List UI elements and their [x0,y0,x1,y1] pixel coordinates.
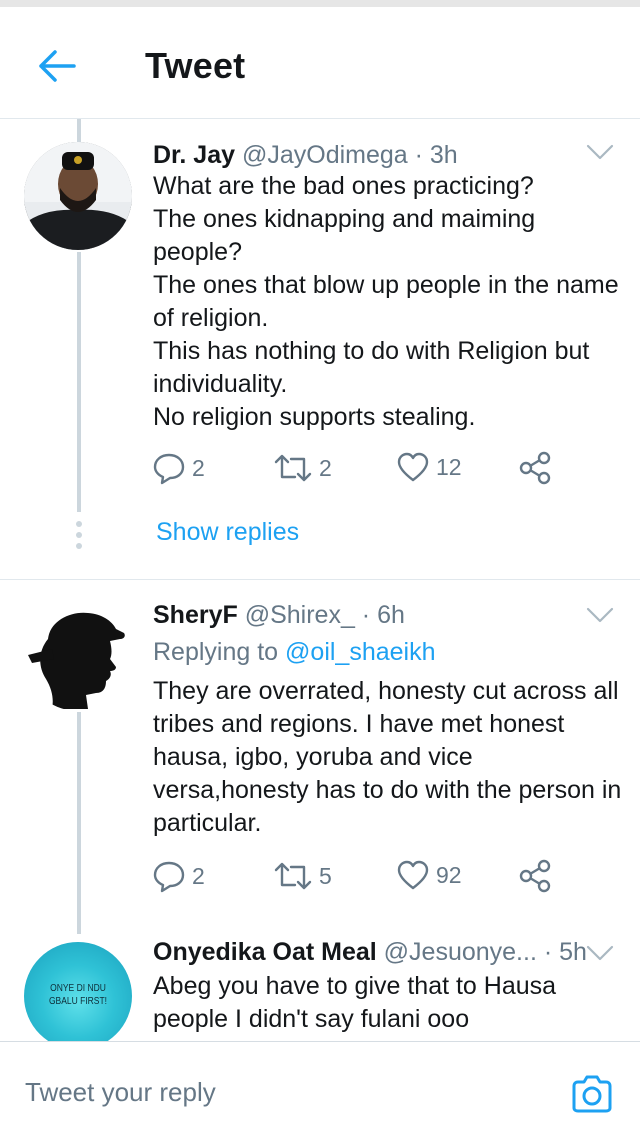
like-button[interactable]: 92 [396,859,462,891]
camera-icon[interactable] [570,1074,614,1114]
tweet-header: SheryF @Shirex_ · 6h [153,601,405,630]
like-count: 92 [436,861,462,888]
share-button[interactable] [518,451,552,485]
avatar[interactable]: ONYE DI NDU GBALU FIRST! [24,942,132,1050]
reply-icon [153,861,185,893]
tweet-text-line: The ones that blow up people in the name [153,271,619,299]
app-header: Tweet [0,7,640,119]
tweet-text-line: tribes and regions. I have met honest [153,710,565,738]
retweet-icon [274,454,312,482]
reply-button[interactable]: 2 [152,451,205,485]
tweet-text-line: individuality. [153,370,288,398]
retweet-icon [274,862,312,890]
like-icon [397,860,429,890]
tweet-text: What are the bad ones practicing? The on… [153,170,619,434]
retweet-button[interactable]: 5 [273,859,332,893]
avatar-caption-line: ONYE DI NDU [50,983,106,994]
tweet-text: Abeg you have to give that to Hausa peop… [153,970,556,1036]
author-handle-time[interactable]: @JayOdimega · 3h [242,141,458,169]
like-count: 12 [436,453,462,480]
tweet-text-line: people? [153,238,242,266]
tweet-actions: 2 5 92 [152,859,572,899]
retweet-count: 5 [319,862,332,889]
thread-line [77,712,81,934]
avatar[interactable] [24,603,132,711]
reply-button[interactable]: 2 [152,859,205,893]
tweet-text-line: people I didn't say fulani ooo [153,1005,470,1033]
show-replies-link[interactable]: Show replies [156,518,299,547]
retweet-count: 2 [319,454,332,481]
author-name[interactable]: Dr. Jay [153,141,235,169]
retweet-button[interactable]: 2 [273,451,332,485]
tweet-header: Onyedika Oat Meal @Jesuonye... · 5h [153,938,587,967]
replying-label: Replying to [153,638,279,666]
reply-input[interactable] [25,1077,545,1108]
tweet-header: Dr. Jay @JayOdimega · 3h [153,141,458,170]
share-icon [519,451,551,485]
reply-count: 2 [192,454,205,481]
more-replies-dots-icon [76,521,82,549]
tweet-text-line: No religion supports stealing. [153,403,476,431]
tweet-text-line: of religion. [153,304,269,332]
tweet-text-line: particular. [153,809,262,837]
tweet-text-line: This has nothing to do with Religion but [153,337,590,365]
thread-line [77,252,81,512]
like-icon [397,452,429,482]
chevron-down-icon[interactable] [586,143,614,161]
tweet-text-line: The ones kidnapping and maiming [153,205,536,233]
divider [0,579,640,580]
avatar-caption-line: GBALU FIRST! [48,996,108,1007]
avatar[interactable] [24,142,132,250]
replying-handle-link[interactable]: @oil_shaeikh [285,638,435,666]
chevron-down-icon[interactable] [586,944,614,962]
replying-to: Replying to @oil_shaeikh [153,638,436,667]
page-title: Tweet [145,45,246,86]
back-arrow-icon[interactable] [36,49,76,83]
tweet-text-line: They are overrated, honesty cut across a… [153,677,619,705]
reply-icon [153,453,185,485]
author-handle-time[interactable]: @Shirex_ · 6h [245,601,405,629]
author-handle-time[interactable]: @Jesuonye... · 5h [384,938,587,966]
author-name[interactable]: SheryF [153,601,238,629]
reply-count: 2 [192,862,205,889]
tweet-text: They are overrated, honesty cut across a… [153,675,621,840]
tweet-text-line: Abeg you have to give that to Hausa [153,972,557,1000]
thread-line-top [77,119,81,143]
tweet-text-line: What are the bad ones practicing? [153,172,534,200]
status-strip [0,0,640,7]
share-button[interactable] [518,859,552,893]
tweet-text-line: versa,honesty has to do with the person … [153,776,622,804]
avatar-caption: ONYE DI NDU GBALU FIRST! [32,982,124,1008]
chevron-down-icon[interactable] [586,606,614,624]
tweet-actions: 2 2 12 [152,451,572,491]
author-name[interactable]: Onyedika Oat Meal [153,938,377,966]
share-icon [519,859,551,893]
tweet-text-line: hausa, igbo, yoruba and vice [153,743,473,771]
like-button[interactable]: 12 [396,451,462,483]
